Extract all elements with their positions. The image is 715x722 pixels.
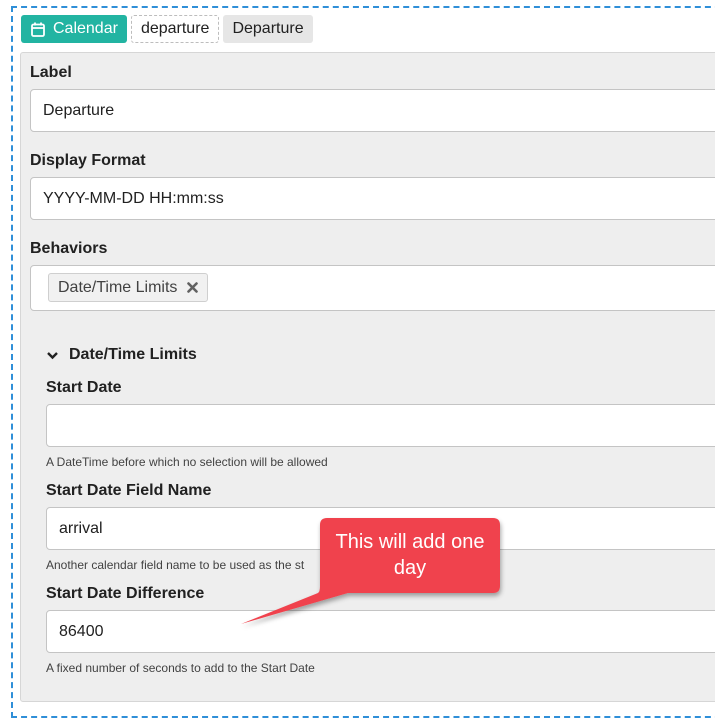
label-field-title: Label <box>30 64 72 81</box>
start-diff-title: Start Date Difference <box>46 585 205 602</box>
annotation-text: This will add one day <box>335 531 485 579</box>
start-date-help: A DateTime before which no selection wil… <box>46 455 328 469</box>
start-diff-value: 86400 <box>59 622 104 640</box>
limits-section-toggle[interactable]: Date/Time Limits <box>46 346 197 364</box>
limits-section-title: Date/Time Limits <box>69 346 197 363</box>
behavior-chip-label: Date/Time Limits <box>58 278 178 296</box>
start-diff-input[interactable]: 86400 <box>46 610 715 653</box>
behaviors-title: Behaviors <box>30 240 108 257</box>
label-input-value: Departure <box>43 101 115 119</box>
label-input[interactable]: Departure <box>30 89 715 132</box>
component-type-label: Calendar <box>53 20 118 37</box>
component-field-name[interactable]: departure <box>130 15 220 43</box>
display-format-input[interactable]: YYYY-MM-DD HH:mm:ss <box>30 177 715 220</box>
start-date-input[interactable] <box>46 404 715 447</box>
start-field-title: Start Date Field Name <box>46 482 212 499</box>
chevron-down-icon <box>47 351 58 359</box>
start-field-help: Another calendar field name to be used a… <box>46 558 305 572</box>
component-field-label[interactable]: Departure <box>223 15 313 43</box>
start-field-value: arrival <box>59 519 103 537</box>
settings-panel <box>20 52 715 702</box>
start-date-title: Start Date <box>46 379 122 396</box>
close-icon[interactable] <box>187 282 199 293</box>
component-header: Calendar departure Departure <box>21 15 313 43</box>
display-format-value: YYYY-MM-DD HH:mm:ss <box>43 189 224 207</box>
start-diff-help: A fixed number of seconds to add to the … <box>46 661 315 675</box>
display-format-title: Display Format <box>30 152 146 169</box>
component-type-badge[interactable]: Calendar <box>21 15 127 43</box>
calendar-icon <box>31 22 45 37</box>
behavior-chip[interactable]: Date/Time Limits <box>48 273 209 302</box>
